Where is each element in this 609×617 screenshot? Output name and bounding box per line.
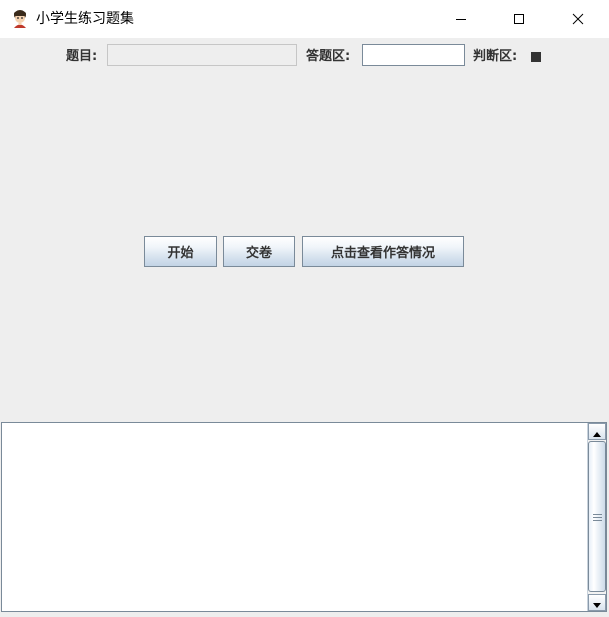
- answer-label: 答题区:: [306, 49, 351, 64]
- close-icon: [572, 13, 584, 25]
- submit-button[interactable]: 交卷: [223, 236, 295, 267]
- arrow-up-icon: [593, 422, 601, 441]
- app-window: 小学生练习题集 题目: 答题区: 判断区: 开始 交卷 点击查看作答情况: [0, 0, 609, 617]
- scroll-thumb[interactable]: [588, 441, 606, 592]
- vertical-scrollbar[interactable]: [587, 423, 606, 611]
- judge-indicator: [531, 52, 541, 62]
- window-title: 小学生练习题集: [36, 11, 134, 27]
- start-button[interactable]: 开始: [144, 236, 217, 267]
- grip-line: [593, 520, 602, 521]
- scroll-up-button[interactable]: [588, 423, 606, 440]
- student-avatar-icon: [10, 9, 30, 29]
- results-panel: [1, 422, 607, 612]
- view-results-button[interactable]: 点击查看作答情况: [302, 236, 464, 267]
- arrow-down-icon: [593, 593, 601, 612]
- grip-line: [593, 514, 602, 515]
- minimize-button[interactable]: [438, 0, 484, 38]
- question-display-field: [107, 44, 297, 66]
- results-textarea[interactable]: [2, 423, 587, 611]
- close-button[interactable]: [555, 0, 601, 38]
- minimize-icon: [455, 13, 467, 25]
- maximize-button[interactable]: [496, 0, 542, 38]
- maximize-icon: [513, 13, 525, 25]
- grip-line: [593, 517, 602, 518]
- judge-label: 判断区:: [473, 49, 518, 64]
- question-label: 题目:: [66, 49, 98, 64]
- answer-input[interactable]: [362, 44, 465, 66]
- scroll-down-button[interactable]: [588, 594, 606, 611]
- title-bar[interactable]: 小学生练习题集: [0, 0, 609, 38]
